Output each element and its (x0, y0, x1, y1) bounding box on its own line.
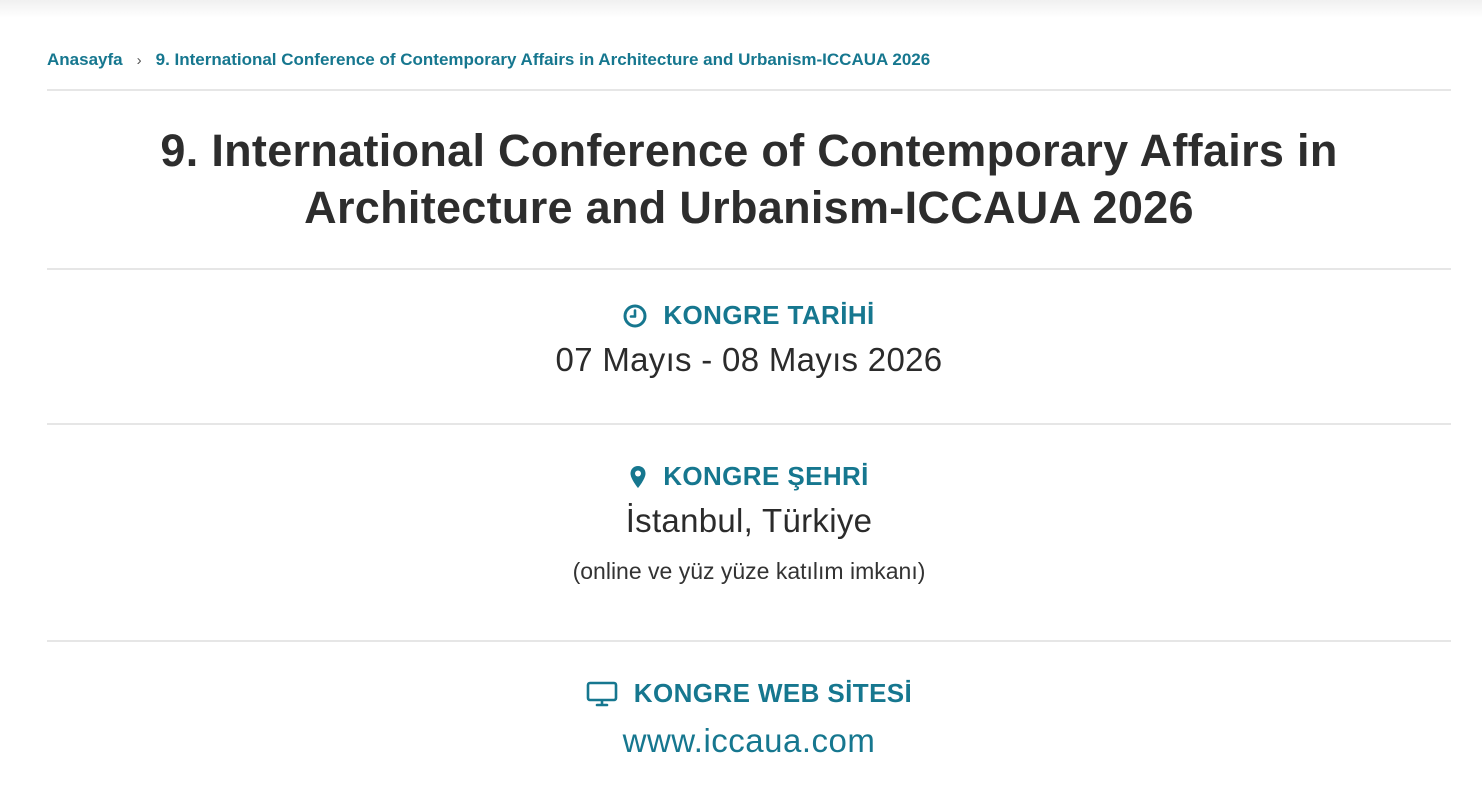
header-shadow (0, 0, 1482, 18)
city-heading-label: KONGRE ŞEHRİ (663, 461, 869, 491)
monitor-icon (586, 681, 618, 707)
website-heading-label: KONGRE WEB SİTESİ (633, 678, 913, 708)
website-heading: KONGRE WEB SİTESİ (586, 678, 912, 709)
date-section: KONGRE TARİHİ 07 Mayıs - 08 Mayıs 2026 (47, 300, 1451, 379)
participation-note: (online ve yüz yüze katılım imkanı) (572, 557, 926, 584)
divider (47, 268, 1451, 270)
congress-date: 07 Mayıs - 08 Mayıs 2026 (555, 340, 943, 378)
website-link[interactable]: www.iccaua.com (623, 722, 876, 760)
divider (47, 423, 1451, 425)
page-title-line2: Architecture and Urbanism-ICCAUA 2026 (304, 182, 1194, 233)
map-pin-icon (629, 465, 647, 489)
clock-icon (623, 304, 647, 328)
page-title-line1: 9. International Conference of Contempor… (160, 125, 1338, 176)
website-section: KONGRE WEB SİTESİ www.iccaua.com (47, 678, 1451, 760)
divider (47, 640, 1451, 642)
breadcrumb-home-link[interactable]: Anasayfa (47, 50, 123, 69)
breadcrumb: Anasayfa › 9. International Conference of … (47, 50, 930, 70)
city-section: KONGRE ŞEHRİ İstanbul, Türkiye (online v… (47, 461, 1451, 585)
breadcrumb-separator: › (136, 52, 142, 69)
date-heading: KONGRE TARİHİ (623, 300, 874, 331)
date-heading-label: KONGRE TARİHİ (663, 300, 875, 330)
divider (47, 89, 1451, 91)
city-heading: KONGRE ŞEHRİ (629, 461, 869, 492)
page-title: 9. International Conference of Contempor… (47, 122, 1451, 236)
breadcrumb-current-link[interactable]: 9. International Conference of Contempor… (156, 50, 931, 69)
congress-city: İstanbul, Türkiye (625, 501, 873, 539)
